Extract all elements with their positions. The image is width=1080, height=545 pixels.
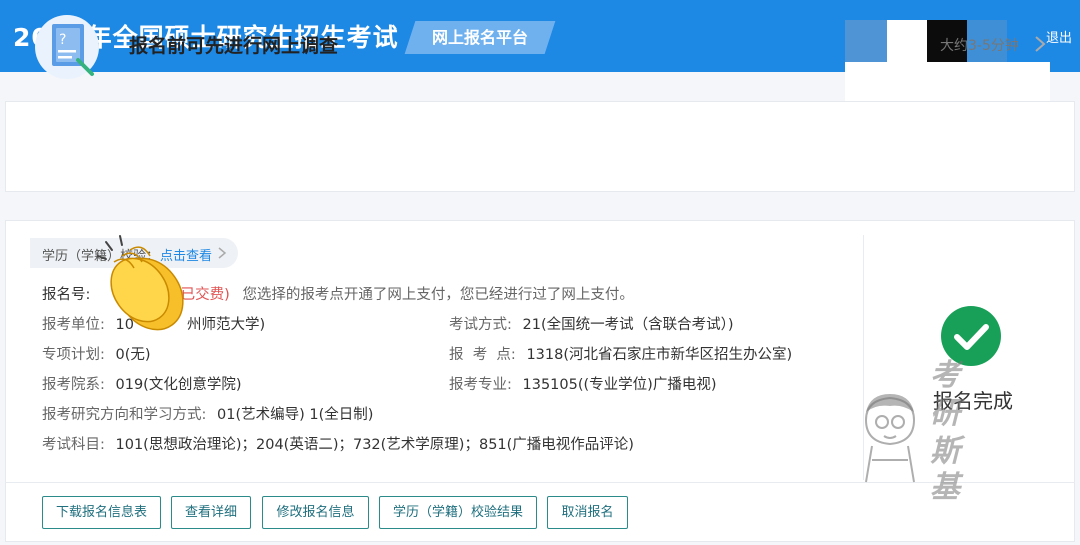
field-value: 019(文化创意学院)	[115, 377, 242, 393]
field-label: 专项计划:	[42, 347, 105, 363]
field-value: 01(艺术编导) 1(全日制)	[217, 407, 374, 423]
info-row-exam-method: 考试方式: 21(全国统一考试（含联合考试）)	[449, 313, 734, 334]
download-form-button[interactable]: 下载报名信息表	[42, 496, 161, 529]
view-details-button[interactable]: 查看详细	[171, 496, 251, 529]
survey-duration: 大约3-5分钟	[940, 38, 1019, 54]
field-value: 101(思想政治理论)；204(英语二)；732(艺术学原理)；851(广播电视…	[115, 437, 634, 453]
platform-label: 网上报名平台	[431, 28, 528, 47]
field-label: 报 考 点:	[449, 347, 516, 363]
info-row-major: 报考专业: 135105((专业学位)广播电视)	[449, 373, 716, 394]
survey-title: 报名前可先进行网上调查	[129, 35, 339, 57]
registration-number-row: 报名号:	[42, 283, 90, 304]
svg-text:?: ?	[59, 32, 66, 48]
field-label: 报考研究方向和学习方式:	[42, 407, 207, 423]
info-row-special-plan: 专项计划: 0(无)	[42, 343, 151, 364]
field-value: 0(无)	[115, 347, 151, 363]
redacted-user-block	[845, 62, 1050, 102]
field-value: 135105((专业学位)广播电视)	[522, 377, 717, 393]
paid-status-row: (已交费) 您选择的报考点开通了网上支付，您已经进行过了网上支付。	[175, 283, 634, 304]
field-label: 考试科目:	[42, 437, 105, 453]
info-row-research-direction: 报考研究方向和学习方式: 01(艺术编导) 1(全日制)	[42, 403, 373, 424]
field-value: 1318(河北省石家庄市新华区招生办公室)	[526, 347, 793, 363]
payment-note: 您选择的报考点开通了网上支付，您已经进行过了网上支付。	[242, 287, 634, 303]
chevron-right-icon[interactable]	[1030, 34, 1050, 54]
field-label: 报考院系:	[42, 377, 105, 393]
clapping-hands-icon	[97, 235, 184, 331]
field-label: 考试方式:	[449, 317, 512, 333]
edit-registration-button[interactable]: 修改报名信息	[262, 496, 369, 529]
survey-document-icon: ?	[35, 15, 99, 79]
registration-number-label: 报名号:	[42, 287, 91, 303]
chevron-right-icon	[218, 247, 227, 259]
field-label: 报考专业:	[449, 377, 512, 393]
redacted-user-block	[845, 20, 887, 62]
redacted-user-block	[887, 20, 927, 62]
info-row-exam-site: 报 考 点: 1318(河北省石家庄市新华区招生办公室)	[449, 343, 792, 364]
cancel-registration-button[interactable]: 取消报名	[547, 496, 628, 529]
field-value: 21(全国统一考试（含联合考试）)	[522, 317, 734, 333]
watermark-char: 基	[930, 470, 960, 505]
info-row-exam-subjects: 考试科目: 101(思想政治理论)；204(英语二)；732(艺术学原理)；85…	[42, 433, 634, 454]
verification-result-button[interactable]: 学历（学籍）校验结果	[379, 496, 537, 529]
survey-card[interactable]	[5, 101, 1075, 192]
info-row-department: 报考院系: 019(文化创意学院)	[42, 373, 242, 394]
